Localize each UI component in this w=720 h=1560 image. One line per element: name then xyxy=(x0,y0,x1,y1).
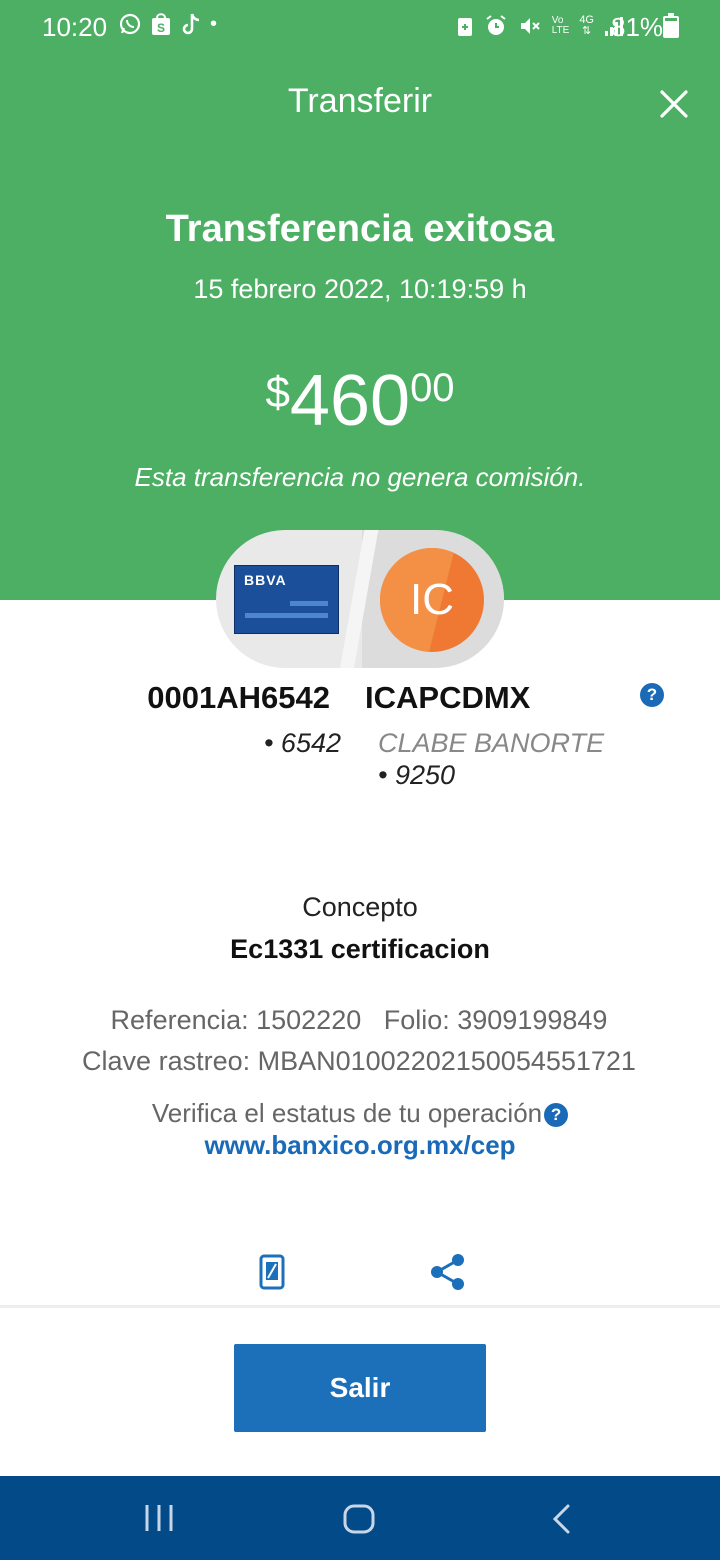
whatsapp-icon xyxy=(119,13,141,35)
destination-help-icon[interactable]: ? xyxy=(640,683,664,707)
concept-value: Ec1331 certificacion xyxy=(230,934,490,964)
verify-status: Verifica el estatus de tu operación? xyxy=(0,1098,720,1129)
amount-integer: 460 xyxy=(289,361,411,441)
origin-account-id: 0001AH6542 xyxy=(147,680,330,715)
transfer-accounts-pill: BBVA IC xyxy=(216,530,504,668)
amount-decimal: 00 xyxy=(410,366,455,410)
back-icon[interactable] xyxy=(550,1503,574,1535)
bank-logo: BBVA xyxy=(244,572,287,588)
verify-help-icon[interactable]: ? xyxy=(544,1103,569,1127)
bank-card-bbva: BBVA xyxy=(234,565,339,634)
alarm-icon xyxy=(486,15,506,35)
close-icon[interactable] xyxy=(656,86,692,122)
banxico-link[interactable]: www.banxico.org.mx/cep xyxy=(0,1130,720,1161)
origin-account-last: • 6542 xyxy=(263,728,341,758)
share-icon[interactable] xyxy=(428,1252,468,1292)
tiktok-icon xyxy=(182,13,200,35)
destination-account-type: CLABE BANORTE xyxy=(378,728,605,758)
divider xyxy=(0,1305,720,1308)
svg-text:S: S xyxy=(157,21,165,35)
status-bar: 10:20 S • Vo LTE 4G ⇅ 81% xyxy=(0,0,720,56)
lte-label: LTE xyxy=(551,25,570,36)
battery-icon xyxy=(663,13,679,38)
success-title: Transferencia exitosa xyxy=(165,208,555,250)
amount-currency: $ xyxy=(265,368,290,417)
tracking-line: Clave rastreo: MBAN01002202150054551721 xyxy=(82,1046,636,1076)
data-saver-icon xyxy=(457,18,472,36)
page-title: Transferir xyxy=(287,82,433,120)
battery-percent: 81% xyxy=(611,12,664,42)
verify-text: Verifica el estatus de tu operación xyxy=(151,1098,543,1128)
shop-icon: S xyxy=(152,13,170,35)
concept-label: Concepto xyxy=(302,892,418,922)
transfer-datetime: 15 febrero 2022, 10:19:59 h xyxy=(193,274,527,304)
mute-icon xyxy=(520,18,540,34)
home-icon[interactable] xyxy=(343,1504,375,1534)
fee-note: Esta transferencia no genera comisión. xyxy=(134,462,586,492)
data-arrows-icon: ⇅ xyxy=(582,25,592,37)
transfer-amount: $46000 xyxy=(0,360,720,442)
exit-button[interactable]: Salir xyxy=(234,1344,486,1432)
phone-icon[interactable] xyxy=(258,1254,286,1290)
recent-apps-icon[interactable] xyxy=(143,1503,175,1533)
reference-line: Referencia: 1502220 Folio: 3909199849 xyxy=(110,1005,608,1035)
destination-account-last: • 9250 xyxy=(378,760,456,790)
destination-name: ICAPCDMX xyxy=(365,680,531,715)
avatar-initials: IC xyxy=(410,575,454,624)
notification-dot: • xyxy=(210,13,218,35)
avatar: IC xyxy=(380,548,484,652)
status-time: 10:20 xyxy=(42,12,108,42)
system-nav-bar xyxy=(0,1476,720,1560)
